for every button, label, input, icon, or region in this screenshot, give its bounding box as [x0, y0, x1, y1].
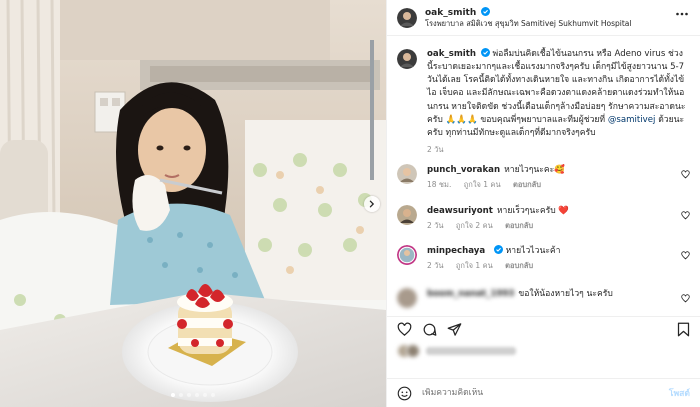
post-actions-bar	[387, 316, 700, 340]
commenter-avatar[interactable]	[397, 288, 417, 308]
instagram-post: oak_smith โรงพยาบาล สมิติเวช สุขุมวิท Sa…	[0, 0, 700, 407]
heart-icon[interactable]	[681, 211, 690, 220]
comment-item: punch_vorakan หายไวๆนะคะ🥰 18 ชม. ถูกใจ 1 …	[397, 164, 690, 191]
heart-icon[interactable]	[681, 170, 690, 179]
verified-badge-icon	[480, 48, 490, 57]
post-time: 2 วัน	[427, 144, 444, 154]
post-side-panel: oak_smith โรงพยาบาล สมิติเวช สุขุมวิท Sa…	[386, 0, 700, 407]
heart-icon[interactable]	[681, 251, 690, 260]
carousel-dot	[203, 393, 207, 397]
post-comment-button[interactable]: โพสต์	[669, 386, 690, 400]
comment-icon[interactable]	[422, 322, 437, 337]
commenter-avatar[interactable]	[397, 164, 417, 184]
caption-body-text: พ่อลืมบ่นคิดเชื้อไข้นอนกรน หรือ Adeno vi…	[427, 49, 686, 125]
more-options-icon[interactable]	[676, 12, 688, 16]
carousel-dot	[187, 393, 191, 397]
heart-icon[interactable]	[397, 322, 412, 337]
comment-item: boom_nanat_1993 ขอให้น้องหายไวๆ นะครับ	[397, 288, 690, 308]
commenter-avatar[interactable]	[397, 205, 417, 225]
comment-item: minpechaya หายไวไวนะค้า 2 วัน ถูกใจ 1 คน…	[397, 245, 690, 272]
add-comment-input[interactable]	[422, 388, 632, 398]
comment-text: หายไวๆนะคะ🥰	[504, 165, 565, 175]
chevron-right-icon	[369, 200, 375, 208]
caption-text: oak_smith พ่อลืมบ่นคิดเชื้อไข้นอนกรน หรื…	[427, 48, 687, 140]
verified-badge-icon	[481, 6, 491, 16]
comments-feed[interactable]: oak_smith พ่อลืมบ่นคิดเชื้อไข้นอนกรน หรื…	[387, 40, 700, 314]
commenter-username[interactable]: boom_nanat_1993	[427, 289, 514, 299]
commenter-username[interactable]: punch_vorakan	[427, 165, 500, 175]
comment-text: หายไวไวนะค้า	[505, 246, 561, 256]
post-photo[interactable]	[0, 0, 386, 407]
reply-button[interactable]: ตอบกลับ	[513, 180, 541, 189]
author-username[interactable]: oak_smith	[425, 8, 476, 18]
carousel-dot	[171, 393, 175, 397]
author-avatar[interactable]	[397, 7, 417, 28]
comment-time: 2 วัน	[427, 261, 444, 271]
comment-item: deawsuriyont หายเร็วๆนะครับ ❤️ 2 วัน ถูกใ…	[397, 205, 690, 232]
carousel-dot	[211, 393, 215, 397]
comment-time: 2 วัน	[427, 221, 444, 231]
comment-text: หายเร็วๆนะครับ ❤️	[496, 206, 570, 216]
carousel-dot	[195, 393, 199, 397]
post-caption: oak_smith พ่อลืมบ่นคิดเชื้อไข้นอนกรน หรื…	[387, 40, 700, 156]
paper-plane-icon[interactable]	[447, 322, 462, 337]
add-comment-bar: โพสต์	[387, 378, 700, 407]
reply-button[interactable]: ตอบกลับ	[505, 261, 533, 270]
commenter-username[interactable]: deawsuriyont	[427, 206, 493, 216]
carousel-next-button[interactable]	[364, 196, 380, 212]
comment-text: ขอให้น้องหายไวๆ นะครับ	[518, 289, 613, 299]
liked-by-text	[426, 347, 516, 355]
emoji-icon[interactable]	[397, 386, 412, 401]
caption-author-avatar[interactable]	[397, 49, 417, 69]
liker-avatar	[406, 344, 420, 358]
verified-badge-icon	[493, 245, 503, 254]
hospital-photo-illustration	[0, 0, 386, 407]
heart-icon[interactable]	[681, 294, 690, 303]
comment-likes[interactable]: ถูกใจ 1 คน	[464, 180, 501, 189]
bookmark-icon[interactable]	[677, 322, 690, 337]
post-location[interactable]: โรงพยาบาล สมิติเวช สุขุมวิท Samitivej Su…	[425, 19, 631, 28]
carousel-dot	[179, 393, 183, 397]
carousel-dots	[0, 393, 386, 397]
caption-username[interactable]: oak_smith	[427, 49, 476, 59]
liked-by-row[interactable]	[397, 340, 690, 362]
comment-likes[interactable]: ถูกใจ 1 คน	[456, 261, 493, 270]
commenter-avatar[interactable]	[397, 245, 417, 265]
caption-mention-link[interactable]: @samitivej	[608, 115, 656, 125]
comment-likes[interactable]: ถูกใจ 2 คน	[456, 221, 493, 230]
post-header: oak_smith โรงพยาบาล สมิติเวช สุขุมวิท Sa…	[387, 0, 700, 36]
comment-time: 18 ชม.	[427, 180, 452, 190]
reply-button[interactable]: ตอบกลับ	[505, 221, 533, 230]
commenter-username[interactable]: minpechaya	[427, 246, 485, 256]
